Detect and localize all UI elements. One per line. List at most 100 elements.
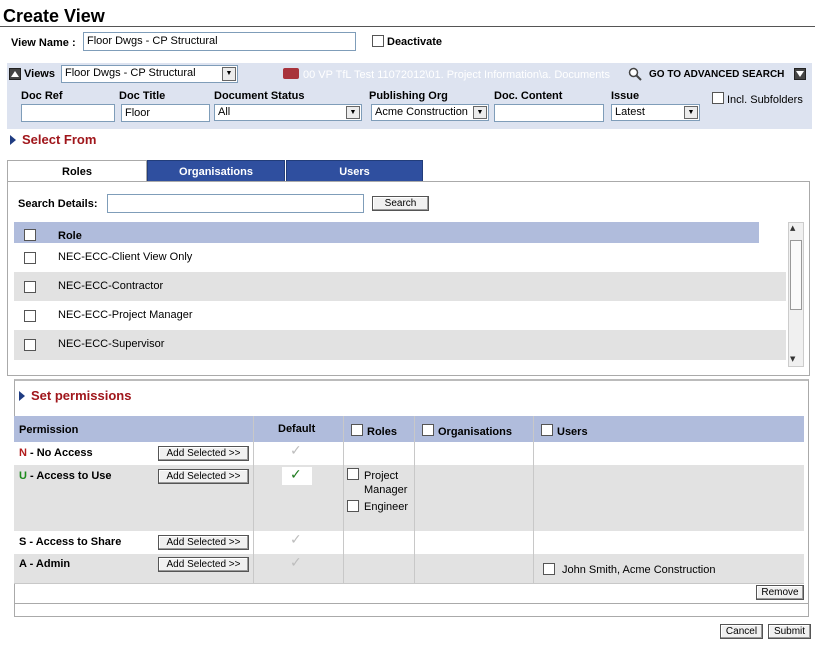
add-selected-button[interactable]: Add Selected >> [158, 535, 249, 550]
users-column-header: Users [557, 426, 588, 438]
doc-title-label: Doc Title [119, 90, 166, 102]
views-select-value: Floor Dwgs - CP Structural [65, 67, 196, 79]
permission-label: N - No Access [19, 447, 93, 459]
set-permissions-heading: Set permissions [31, 388, 132, 403]
chevron-down-icon: ▼ [222, 67, 236, 81]
row-checkbox[interactable] [24, 281, 36, 293]
panel-divider [14, 603, 809, 604]
tab-roles[interactable]: Roles [7, 160, 147, 182]
select-all-orgs-checkbox[interactable] [422, 424, 434, 436]
folder-icon [283, 68, 299, 79]
permission-name: - No Access [26, 447, 93, 459]
table-row[interactable]: NEC-ECC-Client View Only [14, 243, 786, 272]
incl-subfolders-checkbox[interactable] [712, 92, 724, 104]
checkmark-icon[interactable]: ✓ [290, 443, 302, 459]
search-details-input[interactable] [107, 194, 364, 213]
views-label: Views [24, 68, 55, 80]
role-name: NEC-ECC-Contractor [58, 280, 164, 292]
scroll-up-icon[interactable]: ▲ [790, 224, 795, 232]
issue-value: Latest [615, 106, 645, 118]
view-name-input[interactable]: Floor Dwgs - CP Structural [83, 32, 356, 51]
permission-name: - Access to Use [26, 470, 112, 482]
permission-name: - Admin [26, 558, 71, 570]
remove-button[interactable]: Remove [756, 585, 804, 600]
column-divider [533, 416, 534, 584]
default-column-header: Default [278, 423, 316, 435]
select-all-roles-perm-checkbox[interactable] [351, 424, 363, 436]
expand-arrow-icon[interactable] [19, 391, 25, 401]
title-divider [0, 26, 815, 27]
roles-table-header [14, 222, 759, 245]
publishing-org-label: Publishing Org [369, 90, 448, 102]
incl-subfolders-label: Incl. Subfolders [727, 94, 803, 106]
row-checkbox[interactable] [24, 252, 36, 264]
roles-column-header: Roles [367, 426, 397, 438]
permission-row-no-access [14, 442, 804, 465]
permission-label: S - Access to Share [19, 536, 121, 548]
document-status-select[interactable]: All ▼ [214, 104, 362, 121]
magnifier-icon [628, 67, 642, 84]
row-checkbox[interactable] [24, 310, 36, 322]
expand-arrow-icon[interactable] [10, 135, 16, 145]
submit-button[interactable]: Submit [768, 624, 811, 639]
deactivate-checkbox[interactable] [372, 35, 384, 47]
role-checkbox[interactable] [347, 468, 359, 480]
organisations-column-header: Organisations [438, 426, 512, 438]
permission-code: U [19, 470, 27, 482]
permission-label: U - Access to Use [19, 470, 112, 482]
publishing-org-select[interactable]: Acme Construction ▼ [371, 104, 489, 121]
permission-row-access-to-share [14, 531, 804, 554]
scroll-down-icon[interactable]: ▼ [790, 355, 795, 363]
select-all-users-checkbox[interactable] [541, 424, 553, 436]
scrollbar-thumb[interactable] [790, 240, 802, 310]
search-details-label: Search Details: [18, 198, 98, 210]
doc-title-input[interactable]: Floor [121, 104, 210, 122]
assigned-user: John Smith, Acme Construction [562, 564, 716, 576]
expand-toggle-icon[interactable] [794, 68, 806, 80]
role-checkbox[interactable] [347, 500, 359, 512]
permission-code: N [19, 447, 27, 459]
page-title: Create View [3, 6, 105, 26]
tab-organisations[interactable]: Organisations [147, 160, 285, 182]
permission-label: A - Admin [19, 558, 70, 570]
table-row[interactable]: NEC-ECC-Supervisor [14, 330, 786, 360]
cancel-button[interactable]: Cancel [720, 624, 763, 639]
checkmark-icon[interactable]: ✓ [290, 532, 302, 548]
doc-ref-input[interactable] [21, 104, 115, 122]
role-name: NEC-ECC-Supervisor [58, 338, 165, 350]
role-column-header: Role [58, 230, 82, 242]
tab-users[interactable]: Users [286, 160, 423, 182]
add-selected-button[interactable]: Add Selected >> [158, 557, 249, 572]
row-checkbox[interactable] [24, 339, 36, 351]
checkmark-icon[interactable]: ✓ [290, 467, 302, 483]
user-checkbox[interactable] [543, 563, 555, 575]
select-all-roles-checkbox[interactable] [24, 229, 36, 241]
doc-content-label: Doc. Content [494, 90, 563, 102]
chevron-down-icon: ▼ [473, 106, 487, 119]
checkmark-icon[interactable]: ✓ [290, 555, 302, 571]
advanced-search-link[interactable]: GO TO ADVANCED SEARCH [649, 69, 784, 80]
issue-label: Issue [611, 90, 640, 102]
search-button[interactable]: Search [372, 196, 429, 211]
table-row[interactable]: NEC-ECC-Contractor [14, 272, 786, 301]
column-divider [343, 416, 344, 584]
add-selected-button[interactable]: Add Selected >> [158, 469, 249, 484]
doc-content-input[interactable] [494, 104, 604, 122]
column-divider [414, 416, 415, 584]
role-name: NEC-ECC-Project Manager [58, 309, 193, 321]
doc-ref-label: Doc Ref [21, 90, 63, 102]
table-row[interactable]: NEC-ECC-Project Manager [14, 301, 786, 330]
issue-select[interactable]: Latest ▼ [611, 104, 700, 121]
document-status-label: Document Status [214, 90, 305, 102]
views-select[interactable]: Floor Dwgs - CP Structural ▼ [61, 65, 238, 83]
collapse-toggle-icon[interactable] [9, 68, 21, 80]
permissions-table-header [14, 416, 804, 442]
permission-name: - Access to Share [26, 536, 122, 548]
add-selected-button[interactable]: Add Selected >> [158, 446, 249, 461]
folder-path[interactable]: 00 VP TfL Test 11072012\01. Project Info… [303, 69, 610, 81]
role-name: NEC-ECC-Client View Only [58, 251, 193, 263]
permission-column-header: Permission [19, 424, 79, 436]
assigned-role: Project Manager [364, 470, 408, 496]
column-divider [253, 416, 254, 584]
publishing-org-value: Acme Construction [375, 106, 468, 118]
